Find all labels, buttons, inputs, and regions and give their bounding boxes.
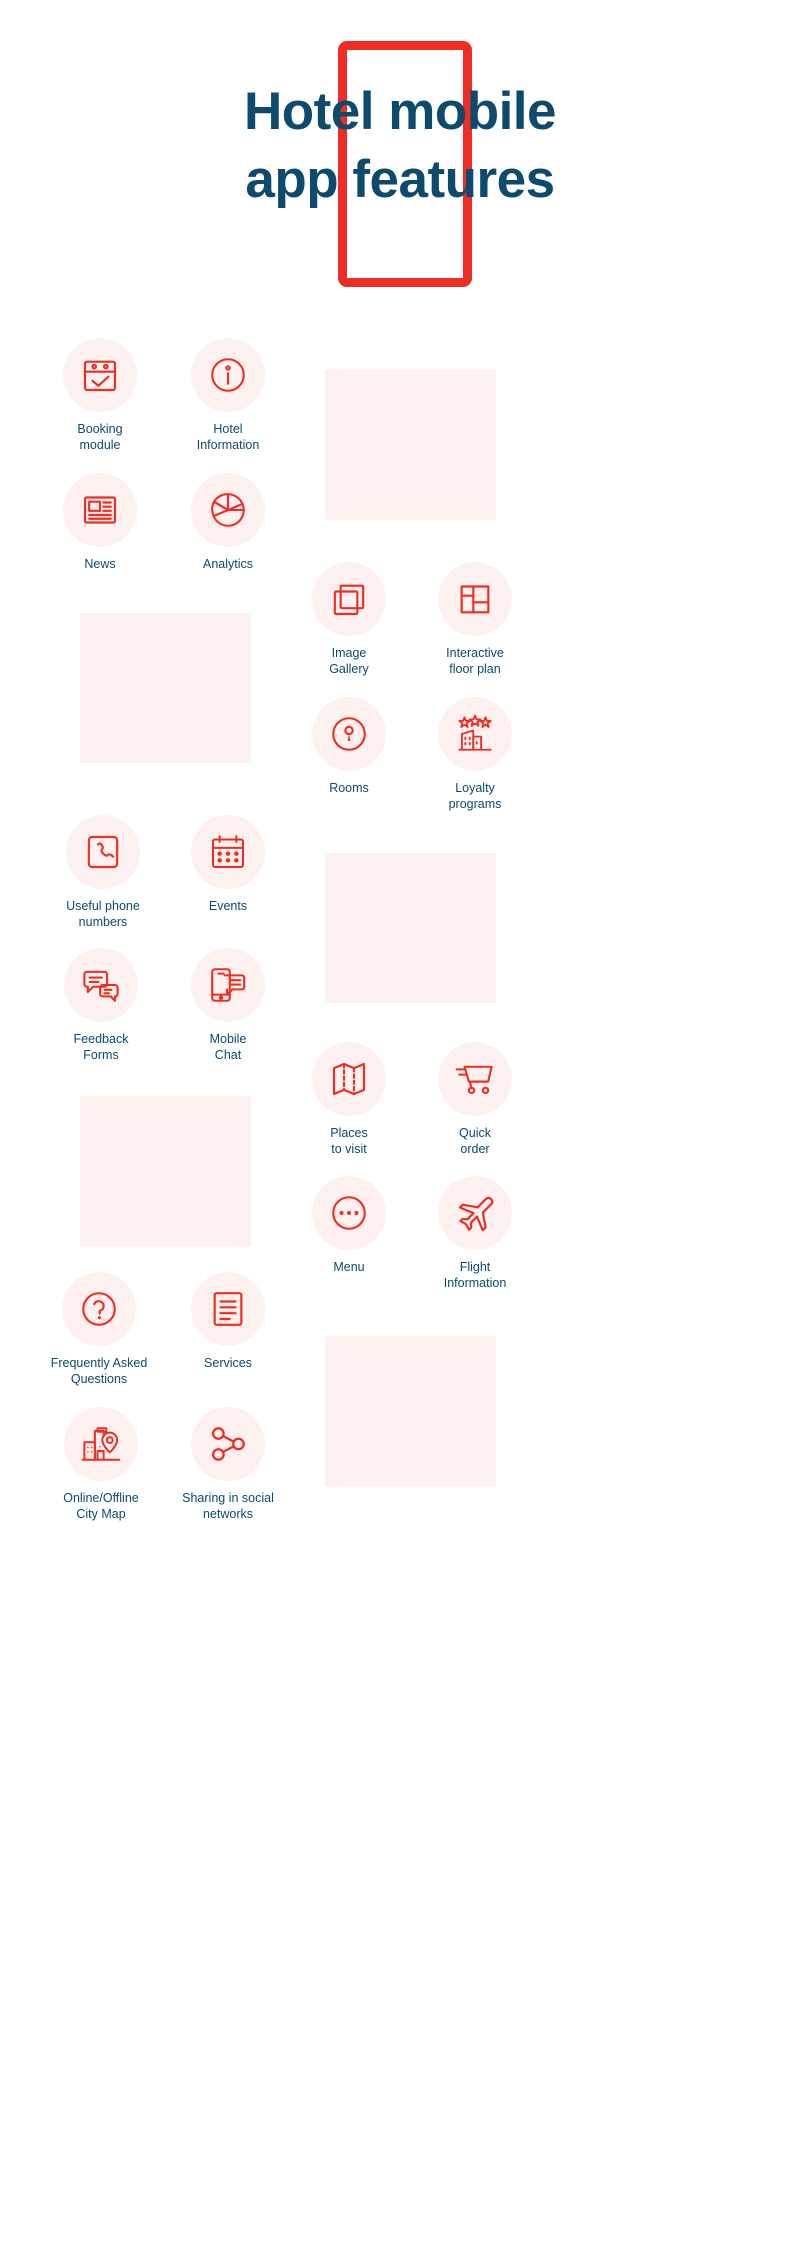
door-lock-icon [312, 697, 386, 771]
question-circle-icon [62, 1272, 136, 1346]
placeholder-right-3 [325, 1336, 496, 1486]
page-title-line-1: Hotel mobile [243, 82, 557, 141]
feature-quick-order[interactable]: Quick order [400, 1042, 550, 1157]
newspaper-icon [63, 473, 137, 547]
stars-badge-icon [438, 697, 512, 771]
placeholder-right-1 [325, 370, 496, 520]
folded-map-icon [312, 1042, 386, 1116]
shopping-cart-icon [438, 1042, 512, 1116]
feature-label: Loyalty programs [448, 781, 502, 811]
placeholder-right-2 [325, 853, 496, 1003]
chat-bubbles-icon [64, 948, 138, 1022]
feature-label: Interactive floor plan [446, 646, 504, 676]
floor-plan-icon [438, 562, 512, 636]
feature-label: Hotel Information [196, 422, 260, 452]
feature-loyalty-programs[interactable]: Loyalty programs [400, 697, 550, 812]
page-title-line-2: app features [245, 150, 555, 209]
list-document-icon [191, 1272, 265, 1346]
share-nodes-icon [191, 1407, 265, 1481]
feature-flight-information[interactable]: Flight Information [400, 1176, 550, 1291]
feature-label: Quick order [459, 1126, 491, 1156]
feature-events[interactable]: Events [153, 815, 303, 914]
image-stack-icon [312, 562, 386, 636]
feature-label: Frequently Asked Questions [50, 1356, 148, 1386]
info-circle-icon [191, 338, 265, 412]
feature-social-sharing[interactable]: Sharing in social networks [153, 1407, 303, 1522]
placeholder-left-1 [80, 613, 251, 763]
feature-interactive-floorplan[interactable]: Interactive floor plan [400, 562, 550, 677]
feature-label: Services [204, 1356, 252, 1370]
pie-chart-icon [191, 473, 265, 547]
placeholder-left-2 [80, 1096, 251, 1246]
ellipsis-circle-icon [312, 1176, 386, 1250]
phone-chat-icon [191, 948, 265, 1022]
city-pin-icon [64, 1407, 138, 1481]
feature-hotel-information[interactable]: Hotel Information [153, 338, 303, 453]
calendar-check-icon [63, 338, 137, 412]
infographic-canvas: Hotel mobile app features Booking module… [0, 0, 800, 2250]
feature-label: Events [208, 899, 248, 913]
feature-faq[interactable]: Frequently Asked Questions [24, 1272, 174, 1387]
calendar-grid-icon [191, 815, 265, 889]
airplane-icon [438, 1176, 512, 1250]
feature-analytics[interactable]: Analytics [153, 473, 303, 572]
phone-receiver-icon [66, 815, 140, 889]
feature-services[interactable]: Services [153, 1272, 303, 1371]
feature-label: Sharing in social networks [182, 1491, 274, 1521]
page-title: Hotel mobile app features [0, 78, 800, 214]
feature-label: Flight Information [443, 1260, 507, 1290]
